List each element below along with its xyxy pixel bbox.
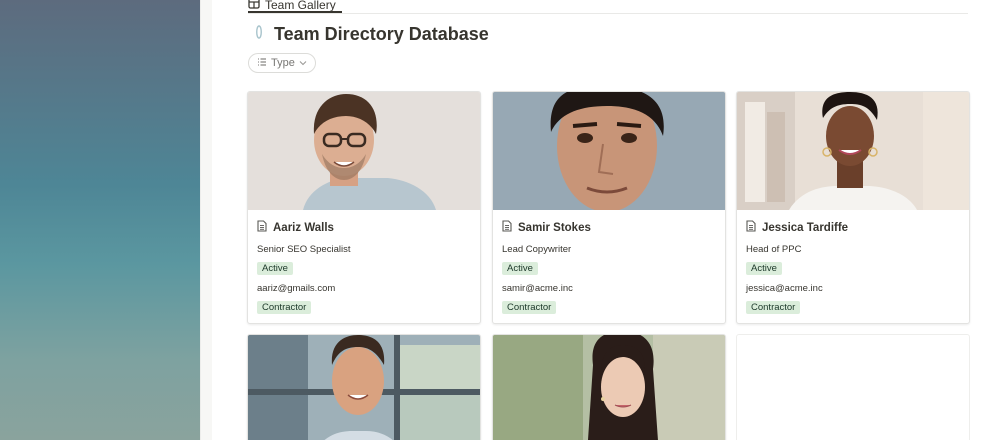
new-card-placeholder[interactable]	[736, 334, 970, 440]
card-email[interactable]: jessica@acme.inc	[746, 283, 960, 296]
database-title: Team Directory Database	[252, 24, 489, 45]
filter-label: Type	[271, 57, 295, 69]
type-filter-button[interactable]: Type	[248, 53, 316, 73]
status-badge: Active	[257, 262, 293, 275]
chevron-down-icon	[299, 57, 307, 69]
desktop-background	[0, 0, 200, 440]
gallery-card[interactable]: Samir Stokes Lead Copywriter Active sami…	[492, 91, 726, 324]
card-role: Head of PPC	[746, 244, 802, 255]
profile-photo	[737, 92, 969, 210]
gallery-card[interactable]	[247, 334, 481, 440]
card-email[interactable]: samir@acme.inc	[502, 283, 716, 296]
list-icon	[257, 57, 267, 70]
profile-photo	[493, 335, 725, 440]
page-icon	[257, 219, 267, 237]
page-icon	[746, 219, 756, 237]
profile-photo	[248, 92, 480, 210]
sidebar-edge	[200, 0, 212, 440]
profile-photo	[248, 335, 480, 440]
status-badge: Active	[502, 262, 538, 275]
card-name: Samir Stokes	[518, 222, 591, 234]
page-icon	[502, 219, 512, 237]
gallery-card[interactable]: Aariz Walls Senior SEO Specialist Active…	[247, 91, 481, 324]
card-name: Jessica Tardiffe	[762, 222, 849, 234]
gallery-card[interactable]	[492, 334, 726, 440]
database-icon	[252, 24, 266, 45]
card-role: Senior SEO Specialist	[257, 244, 351, 255]
header-divider	[248, 13, 968, 14]
card-email[interactable]: aariz@gmails.com	[257, 283, 471, 296]
type-badge: Contractor	[257, 301, 312, 314]
profile-photo	[493, 92, 725, 210]
page-title: Team Directory Database	[274, 24, 489, 44]
status-badge: Active	[746, 262, 782, 275]
card-role: Lead Copywriter	[502, 244, 572, 255]
gallery-card[interactable]: Jessica Tardiffe Head of PPC Active jess…	[736, 91, 970, 324]
type-badge: Contractor	[502, 301, 557, 314]
card-name: Aariz Walls	[273, 222, 334, 234]
type-badge: Contractor	[746, 301, 801, 314]
